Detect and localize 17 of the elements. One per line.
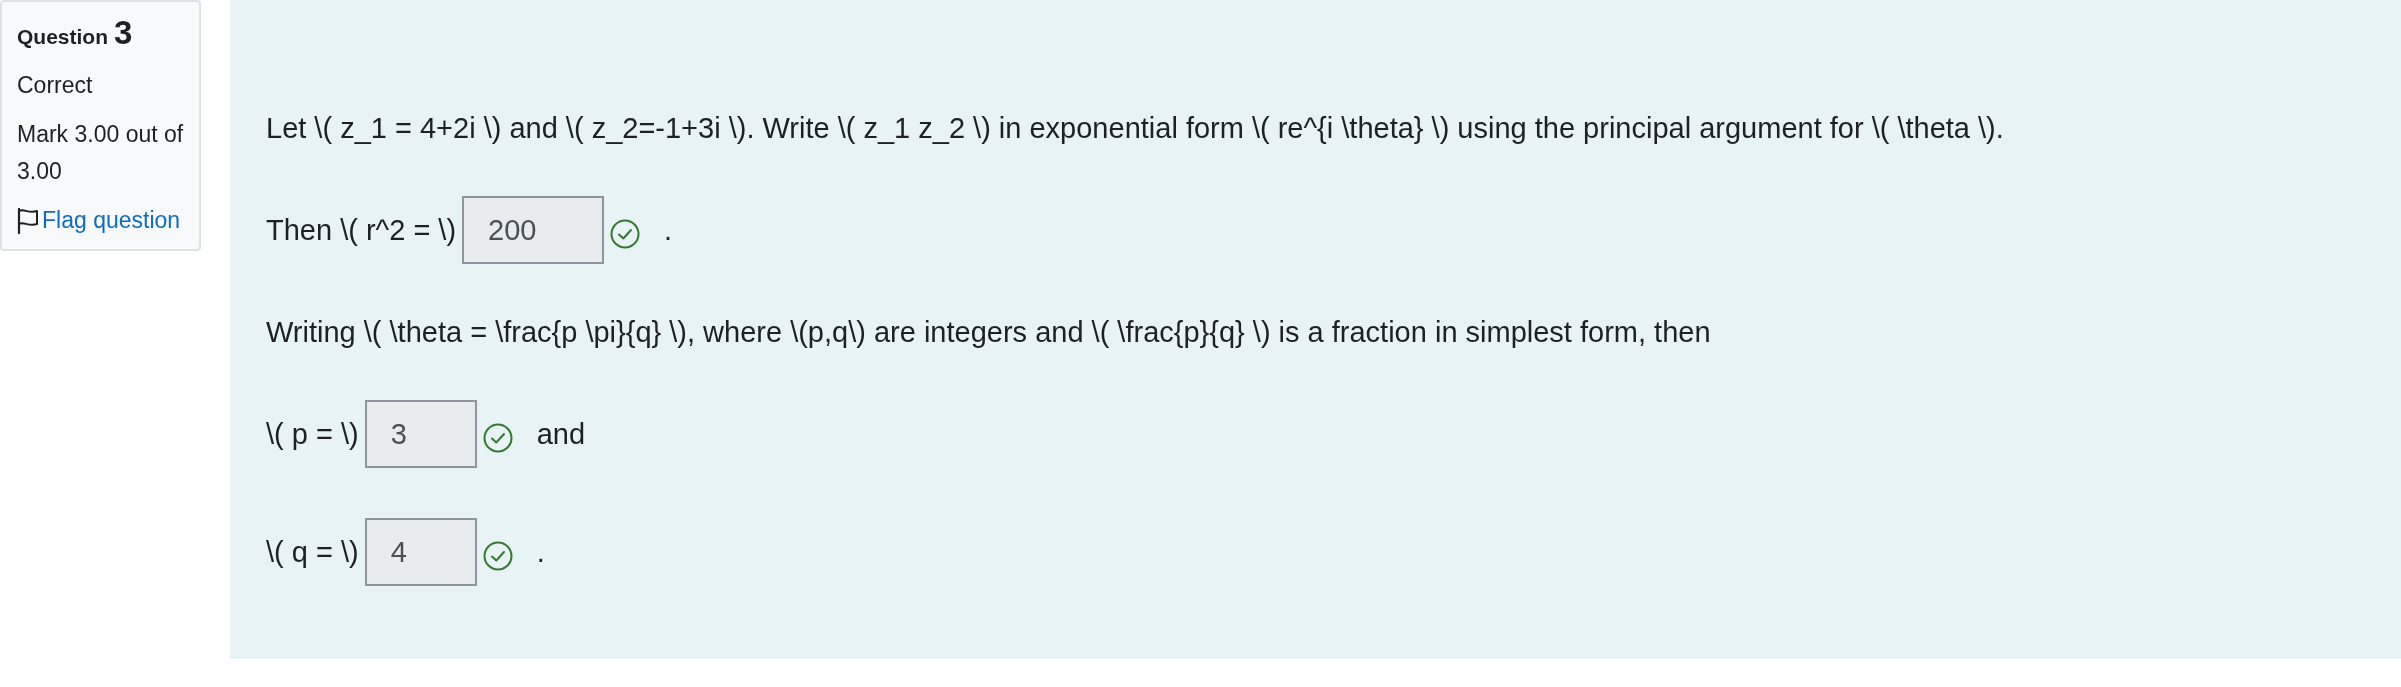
question-mark: Mark 3.00 out of 3.00 bbox=[17, 120, 185, 186]
answer-label: Then \( r^2 = \) bbox=[266, 213, 457, 247]
answer-suffix: . bbox=[664, 213, 673, 247]
flag-question-link[interactable]: Flag question bbox=[42, 207, 181, 234]
answer-suffix: . bbox=[536, 535, 545, 569]
answer-field[interactable]: 200 bbox=[462, 196, 605, 264]
flag-icon[interactable] bbox=[17, 207, 39, 234]
answer-field[interactable]: 3 bbox=[364, 400, 477, 468]
question-label: Question bbox=[17, 25, 108, 49]
question-number: 3 bbox=[114, 14, 133, 52]
answer-label: \( q = \) bbox=[266, 535, 359, 569]
question-state: Correct bbox=[17, 71, 94, 100]
question-text: Let \( z_1 = 4+2i \) and \( z_2=-1+3i \). Write \( z_1 z_2 \) in exponential form \( re^{i \theta} \) using the principal argument for \( \theta \). bbox=[266, 111, 2005, 146]
answer-label: \( p = \) bbox=[266, 417, 359, 451]
answer-suffix: and bbox=[536, 417, 586, 451]
answer-field[interactable]: 4 bbox=[364, 518, 477, 586]
question-text: Writing \( \theta = \frac{p \pi}{q} \), where \(p,q\) are integers and \( \frac{p}{q} \) is a fraction in simplest form, then bbox=[266, 315, 1712, 350]
